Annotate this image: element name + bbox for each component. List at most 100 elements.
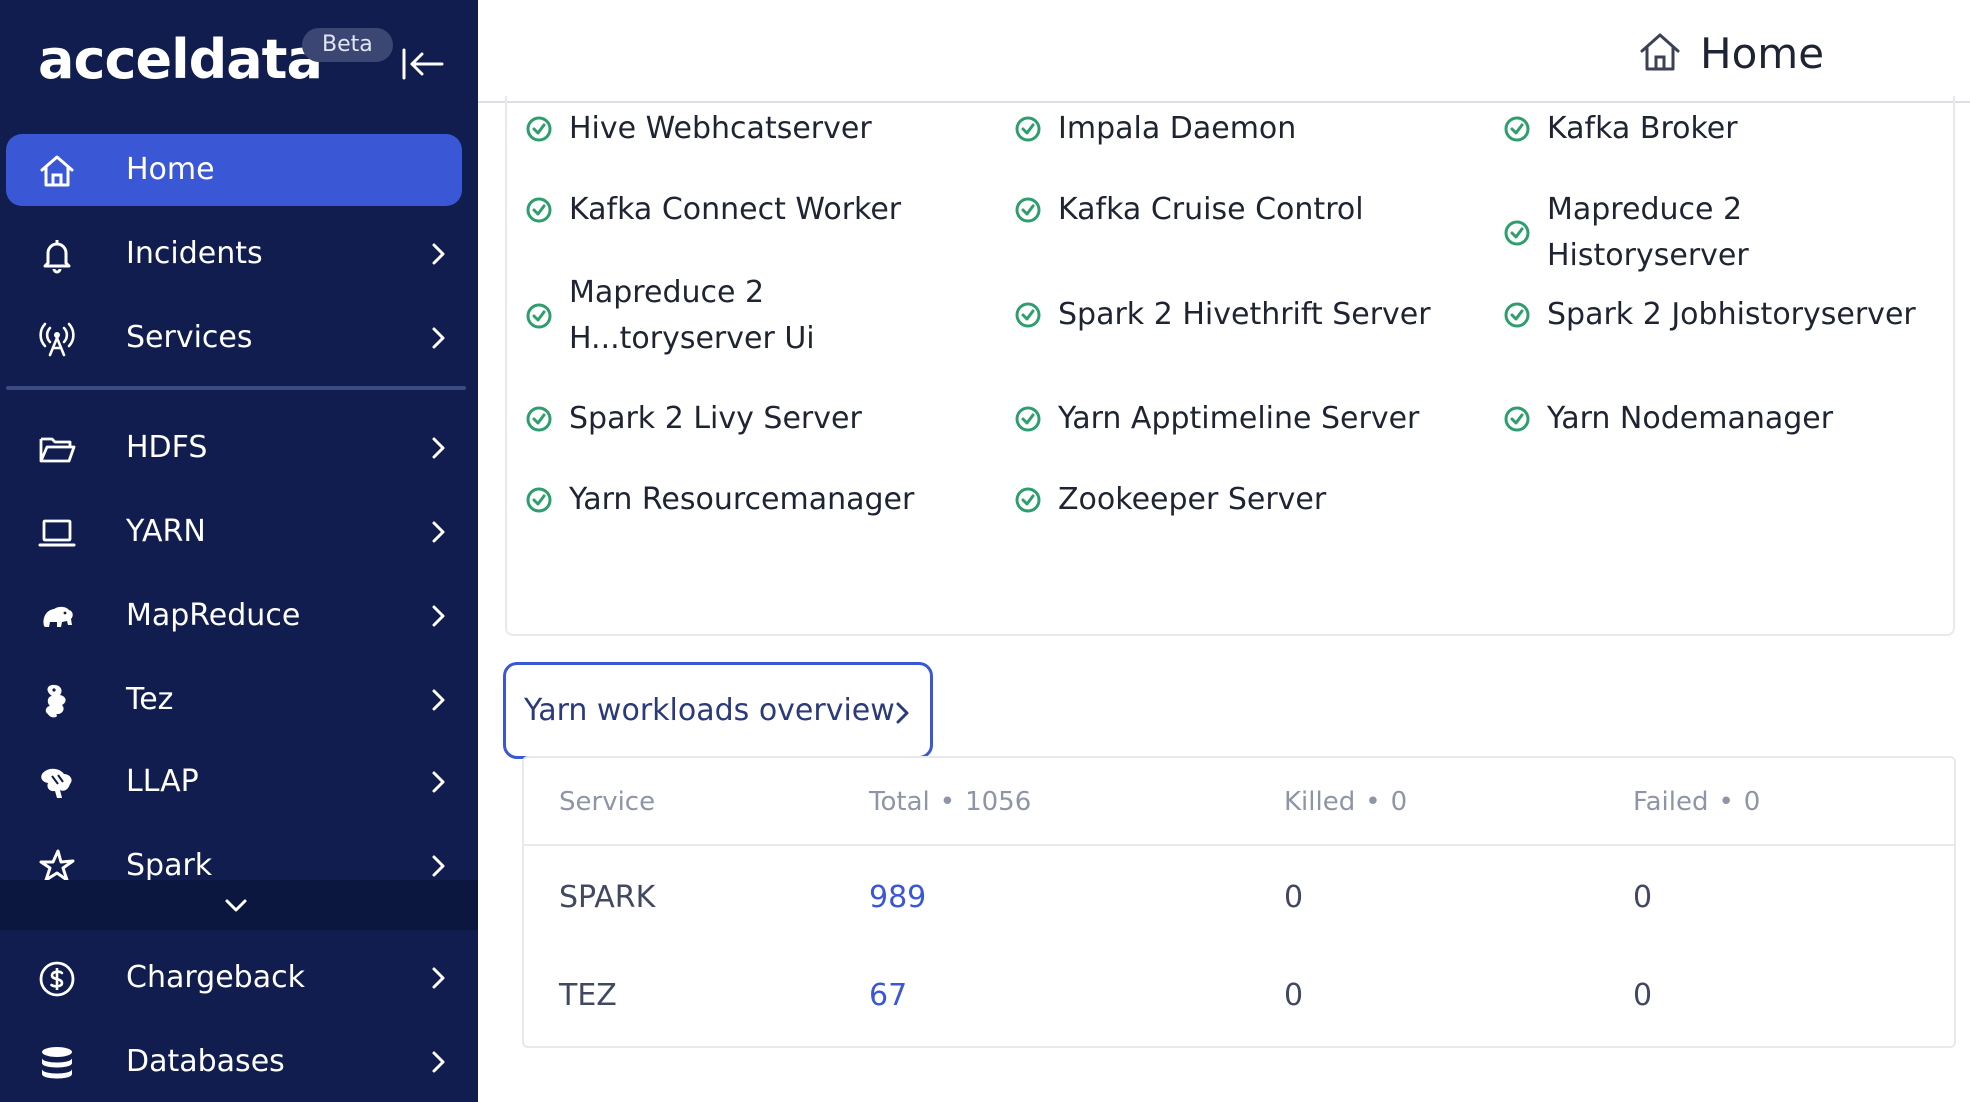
- service-status-item[interactable]: Mapreduce 2 Historyserver: [1503, 187, 1953, 279]
- service-status-item[interactable]: Yarn Resourcemanager: [525, 477, 914, 523]
- logo: acceldata: [38, 28, 323, 91]
- sidebar-item-yarn[interactable]: YARN: [6, 496, 462, 568]
- cell-total-link[interactable]: 989: [869, 848, 926, 948]
- sidebar-item-label: HDFS: [126, 430, 208, 465]
- table-row: SPARK 989 0 0: [524, 848, 1954, 948]
- chevron-right-icon: [432, 689, 445, 711]
- service-status-item[interactable]: Kafka Broker: [1503, 106, 1738, 152]
- brand: acceldata Beta: [38, 24, 458, 94]
- app-root: acceldata Beta Home Incidents Services H…: [0, 0, 1970, 1102]
- check-circle-icon: [526, 303, 552, 329]
- sidebar-scroll-more[interactable]: [0, 880, 478, 930]
- table-header: Service Total • 1056 Killed • 0 Failed • 0: [524, 758, 1954, 846]
- column-header-label: Total: [869, 787, 930, 817]
- cell-killed: 0: [1284, 978, 1304, 1013]
- check-circle-icon: [1504, 302, 1530, 328]
- service-status-item[interactable]: Yarn Nodemanager: [1503, 396, 1833, 442]
- service-status-item[interactable]: Mapreduce 2 H...toryserver Ui: [525, 270, 965, 362]
- chevron-right-icon: [432, 521, 445, 543]
- yarn-workloads-table: Service Total • 1056 Killed • 0 Failed • 0 SPA…: [522, 756, 1956, 1048]
- sidebar-item-label: Incidents: [126, 236, 263, 271]
- chevron-down-icon: [225, 899, 247, 912]
- cell-service: SPARK: [559, 880, 656, 915]
- cell-killed: 0: [1284, 880, 1304, 915]
- bee-icon: [41, 768, 72, 798]
- sidebar: acceldata Beta Home Incidents Services H…: [0, 0, 478, 1102]
- check-circle-icon: [1504, 116, 1530, 142]
- column-header-killed: Killed • 0: [1284, 758, 1407, 846]
- cell-service: TEZ: [559, 978, 617, 1013]
- separator-dot: •: [939, 787, 956, 817]
- chevron-right-icon: [432, 1051, 445, 1073]
- column-header-count: 0: [1390, 787, 1408, 817]
- sidebar-item-hdfs[interactable]: HDFS: [6, 412, 462, 484]
- column-header-failed: Failed • 0: [1633, 758, 1760, 846]
- check-circle-icon: [526, 197, 552, 223]
- sidebar-item-home[interactable]: Home: [6, 134, 462, 206]
- check-circle-icon: [1504, 406, 1530, 432]
- column-header-label: Service: [559, 787, 656, 817]
- check-circle-icon: [526, 487, 552, 513]
- dollar-icon: [39, 961, 75, 997]
- service-status-item[interactable]: Spark 2 Livy Server: [525, 396, 862, 442]
- service-name: Mapreduce 2 H...toryserver Ui: [569, 275, 815, 356]
- service-status-item[interactable]: Kafka Cruise Control: [1014, 187, 1364, 233]
- antenna-icon: [39, 322, 75, 357]
- cell-failed: 0: [1633, 978, 1653, 1013]
- service-status-item[interactable]: Zookeeper Server: [1014, 477, 1326, 523]
- service-status-item[interactable]: Yarn Apptimeline Server: [1014, 396, 1419, 442]
- service-name: Zookeeper Server: [1058, 482, 1327, 517]
- service-status-item[interactable]: Spark 2 Jobhistoryserver: [1503, 292, 1916, 338]
- check-circle-icon: [1504, 220, 1530, 246]
- sidebar-divider: [6, 386, 466, 390]
- cell-failed: 0: [1633, 880, 1653, 915]
- sidebar-item-databases[interactable]: Databases: [6, 1026, 462, 1098]
- sidebar-item-incidents[interactable]: Incidents: [6, 218, 462, 290]
- column-header-label: Killed: [1284, 787, 1356, 817]
- yarn-workloads-overview-button[interactable]: Yarn workloads overview: [503, 662, 933, 759]
- check-circle-icon: [526, 406, 552, 432]
- laptop-icon: [38, 519, 76, 547]
- service-name: Yarn Nodemanager: [1547, 401, 1834, 436]
- service-name: Kafka Cruise Control: [1058, 192, 1364, 227]
- sidebar-item-label: MapReduce: [126, 598, 301, 633]
- service-name: Spark 2 Jobhistoryserver: [1547, 297, 1916, 332]
- check-circle-icon: [1015, 406, 1041, 432]
- database-icon: [42, 1047, 72, 1079]
- service-status-item[interactable]: Spark 2 Hivethrift Server: [1014, 292, 1431, 338]
- check-circle-icon: [1015, 116, 1041, 142]
- sidebar-item-label: Home: [126, 152, 215, 187]
- collapse-sidebar-icon[interactable]: [400, 42, 446, 86]
- sidebar-item-chargeback[interactable]: Chargeback: [6, 942, 462, 1014]
- sidebar-item-mapreduce[interactable]: MapReduce: [6, 580, 462, 652]
- cell-total-link[interactable]: 67: [869, 946, 907, 1046]
- sidebar-item-label: Services: [126, 320, 253, 355]
- services-status-card: Hive Webhcatserver Impala Daemon Kafka B…: [505, 96, 1955, 636]
- service-name: Kafka Connect Worker: [569, 192, 902, 227]
- folder-icon: [39, 437, 76, 463]
- sidebar-item-label: YARN: [126, 514, 206, 549]
- sidebar-item-services[interactable]: Services: [6, 302, 462, 374]
- tez-icon: [45, 684, 66, 718]
- check-circle-icon: [1015, 487, 1041, 513]
- service-status-item[interactable]: Impala Daemon: [1014, 106, 1296, 152]
- sidebar-item-tez[interactable]: Tez: [6, 664, 462, 736]
- service-status-item[interactable]: Hive Webhcatserver: [525, 106, 872, 152]
- beta-badge: Beta: [302, 28, 393, 62]
- chevron-right-icon: [432, 771, 445, 793]
- service-name: Spark 2 Livy Server: [569, 401, 862, 436]
- column-header-count: 1056: [965, 787, 1032, 817]
- service-name: Hive Webhcatserver: [569, 111, 872, 146]
- column-header-total: Total • 1056: [869, 758, 1031, 846]
- service-status-item[interactable]: Kafka Connect Worker: [525, 187, 901, 233]
- sidebar-item-label: Chargeback: [126, 960, 305, 995]
- chevron-right-icon: [432, 605, 445, 627]
- column-header-count: 0: [1743, 787, 1761, 817]
- top-bar: Home: [478, 0, 1970, 103]
- elephant-icon: [43, 606, 73, 627]
- service-name: Mapreduce 2 Historyserver: [1547, 192, 1749, 273]
- service-name: Impala Daemon: [1058, 111, 1297, 146]
- sidebar-item-llap[interactable]: LLAP: [6, 746, 462, 818]
- sidebar-item-label: LLAP: [126, 764, 199, 799]
- chevron-right-icon: [432, 327, 445, 349]
